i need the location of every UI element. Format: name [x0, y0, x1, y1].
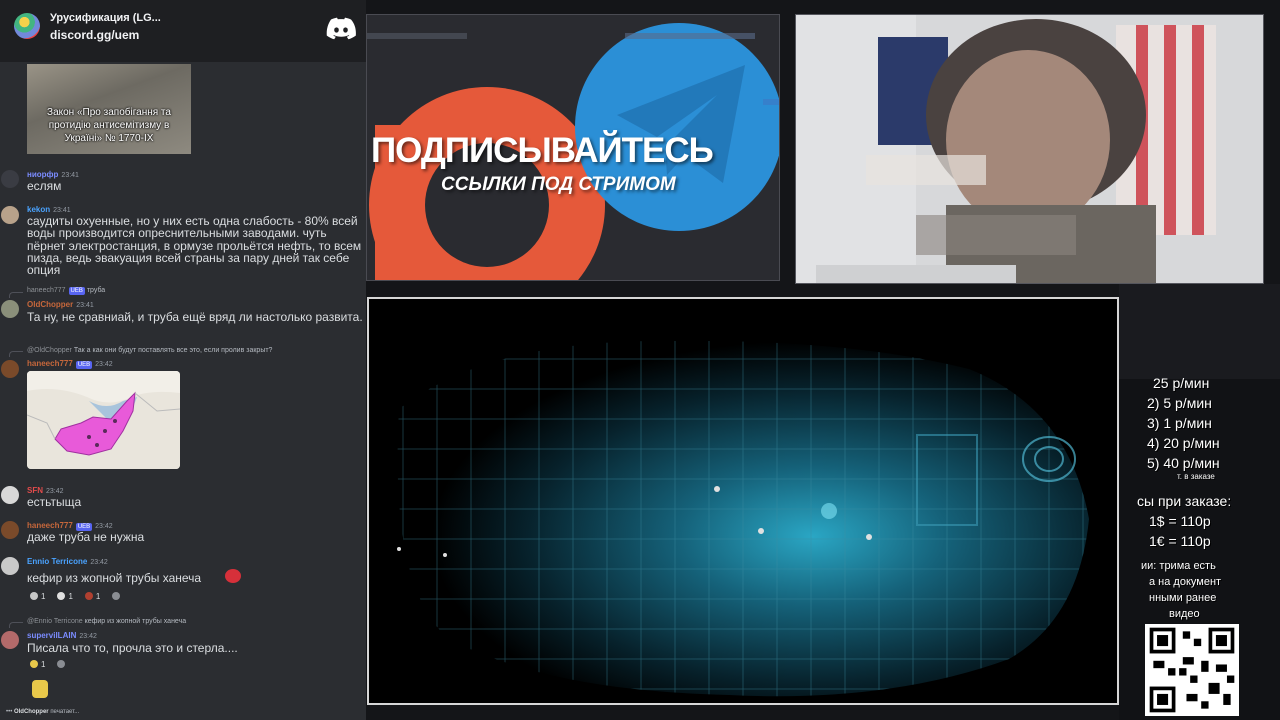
message-text: Та ну, не сравниай, и труба ещё вряд ли …: [27, 310, 363, 324]
subscribe-banner: ПОДПИСЫВАЙТЕСЬ ССЫЛКИ ПОД СТРИМОМ: [366, 14, 780, 281]
info-line: 1$ = 110р: [1149, 513, 1211, 529]
timestamp: 23:41: [61, 172, 79, 179]
avatar[interactable]: [1, 486, 19, 504]
info-line: 5) 40 р/мин: [1147, 455, 1220, 471]
reply-preview[interactable]: @Ennio Terricone кефир из жопной трубы х…: [27, 618, 186, 625]
sticker-icon: [32, 680, 48, 698]
timestamp: 23:41: [76, 302, 94, 309]
message-text: еслям: [27, 179, 62, 193]
add-reaction-icon: [57, 660, 66, 668]
qr-code-icon[interactable]: [1145, 624, 1239, 716]
add-reaction-button[interactable]: [109, 590, 124, 602]
timestamp: 23:42: [90, 559, 108, 566]
reaction[interactable]: 1: [54, 590, 76, 602]
glitch-block: [1119, 284, 1280, 379]
message-text: Писала что то, прочла это и стерла....: [27, 641, 238, 655]
chat-message: Ennio Terricone 23:42 кефир из жопной тру…: [0, 555, 366, 605]
timestamp: 23:42: [95, 523, 113, 530]
image-embed-map[interactable]: [27, 371, 180, 469]
chat-message: haneech777 UEB 23:42 даже труба не нужна: [0, 519, 366, 547]
discord-chat-panel: Урусификация (LG... discord.gg/uem Закон…: [0, 0, 366, 720]
webcam-feed: [795, 14, 1264, 284]
chat-header: Урусификация (LG... discord.gg/uem: [0, 0, 366, 62]
map-image: [27, 371, 180, 469]
timestamp: 23:42: [95, 361, 113, 368]
info-line: 2) 5 р/мин: [1147, 395, 1212, 411]
image-embed-law[interactable]: Закон «Про запобігання та протидію антис…: [27, 64, 191, 154]
avatar[interactable]: [1, 360, 19, 378]
avatar[interactable]: [1, 170, 19, 188]
message-text: естьтыща: [27, 495, 82, 509]
info-line: 25 р/мин: [1153, 375, 1210, 391]
info-line: нными ранее: [1149, 592, 1217, 604]
game-view: [367, 297, 1119, 705]
info-line: а на документ: [1149, 576, 1222, 588]
add-reaction-button[interactable]: [54, 658, 69, 670]
chat-message: ниорфр 23:41 еслям: [0, 168, 366, 196]
reaction[interactable]: 1: [81, 590, 104, 602]
info-line: 1€ = 110р: [1149, 533, 1211, 549]
message-text: даже труба не нужна: [27, 530, 145, 544]
discord-logo-icon: [326, 17, 356, 40]
username[interactable]: haneech777: [27, 359, 73, 368]
info-line: ии: трима есть: [1141, 560, 1216, 572]
username[interactable]: OldChopper: [27, 300, 73, 309]
info-line: сы при заказе:: [1137, 493, 1232, 509]
timestamp: 23:42: [46, 488, 64, 495]
message-text: кефир из жопной трубы ханеча: [27, 571, 202, 585]
chat-message: SFN 23:42 естьтыща: [0, 484, 366, 512]
embed-law-caption: Закон «Про запобігання та протидію антис…: [47, 107, 171, 144]
webcam-image: [796, 15, 1263, 283]
chat-message: haneech777 UEB труба OldChopper 23:41 Та н…: [0, 286, 366, 338]
avatar[interactable]: [1, 521, 19, 539]
username[interactable]: supervilLAIN: [27, 631, 76, 640]
avatar[interactable]: [1, 631, 19, 649]
username[interactable]: SFN: [27, 486, 43, 495]
reply-preview[interactable]: haneech777 UEB труба: [27, 287, 105, 295]
timestamp: 23:41: [53, 207, 71, 214]
info-line: 3) 1 р/мин: [1147, 415, 1212, 431]
info-line: т. в заказе: [1177, 472, 1215, 481]
banner-subtitle: ССЫЛКИ ПОД СТРИМОМ: [441, 174, 676, 195]
chat-message: @OldChopper Так а как они будут поставля…: [0, 346, 366, 378]
donation-info-panel: 25 р/мин 2) 5 р/мин 3) 1 р/мин 4) 20 р/м…: [1119, 284, 1280, 720]
chat-message: @Ennio Terricone кефир из жопной трубы х…: [0, 617, 366, 673]
username[interactable]: kekon: [27, 205, 50, 214]
server-icon[interactable]: [14, 13, 40, 39]
role-badge: UEB: [75, 361, 93, 369]
avatar[interactable]: [1, 557, 19, 575]
info-line: 4) 20 р/мин: [1147, 435, 1220, 451]
server-name[interactable]: Урусификация (LG...: [50, 12, 161, 24]
avatar[interactable]: [1, 300, 19, 318]
username[interactable]: haneech777: [27, 521, 73, 530]
telegram-logo-icon: [575, 23, 779, 231]
timestamp: 23:42: [79, 633, 97, 640]
avatar[interactable]: [1, 206, 19, 224]
username[interactable]: Ennio Terricone: [27, 557, 87, 566]
reaction-emoji-icon: [30, 660, 38, 668]
chat-message: kekon 23:41 саудиты охуенные, но у них ес…: [0, 203, 366, 279]
reaction-emoji-icon: [57, 592, 66, 600]
reply-connector: [9, 292, 23, 298]
reaction[interactable]: 1: [27, 590, 49, 602]
typing-indicator: ••• OldChopper печатает...: [6, 709, 80, 715]
banner-title: ПОДПИСЫВАЙТЕСЬ: [371, 131, 714, 170]
emoji-icon: [225, 569, 241, 583]
reaction[interactable]: 1: [27, 658, 49, 670]
game-map-image: [369, 299, 1117, 703]
message-text: саудиты охуенные, но у них есть одна сла…: [27, 214, 362, 278]
reaction-emoji-icon: [30, 592, 38, 600]
reply-connector: [9, 622, 23, 628]
reaction-emoji-icon: [84, 592, 93, 600]
server-invite-link[interactable]: discord.gg/uem: [50, 28, 139, 42]
info-line: видео: [1169, 608, 1200, 620]
username[interactable]: ниорфр: [27, 170, 58, 179]
add-reaction-icon: [112, 592, 121, 600]
reply-connector: [9, 351, 23, 357]
reply-preview[interactable]: @OldChopper Так а как они будут поставля…: [27, 347, 272, 354]
